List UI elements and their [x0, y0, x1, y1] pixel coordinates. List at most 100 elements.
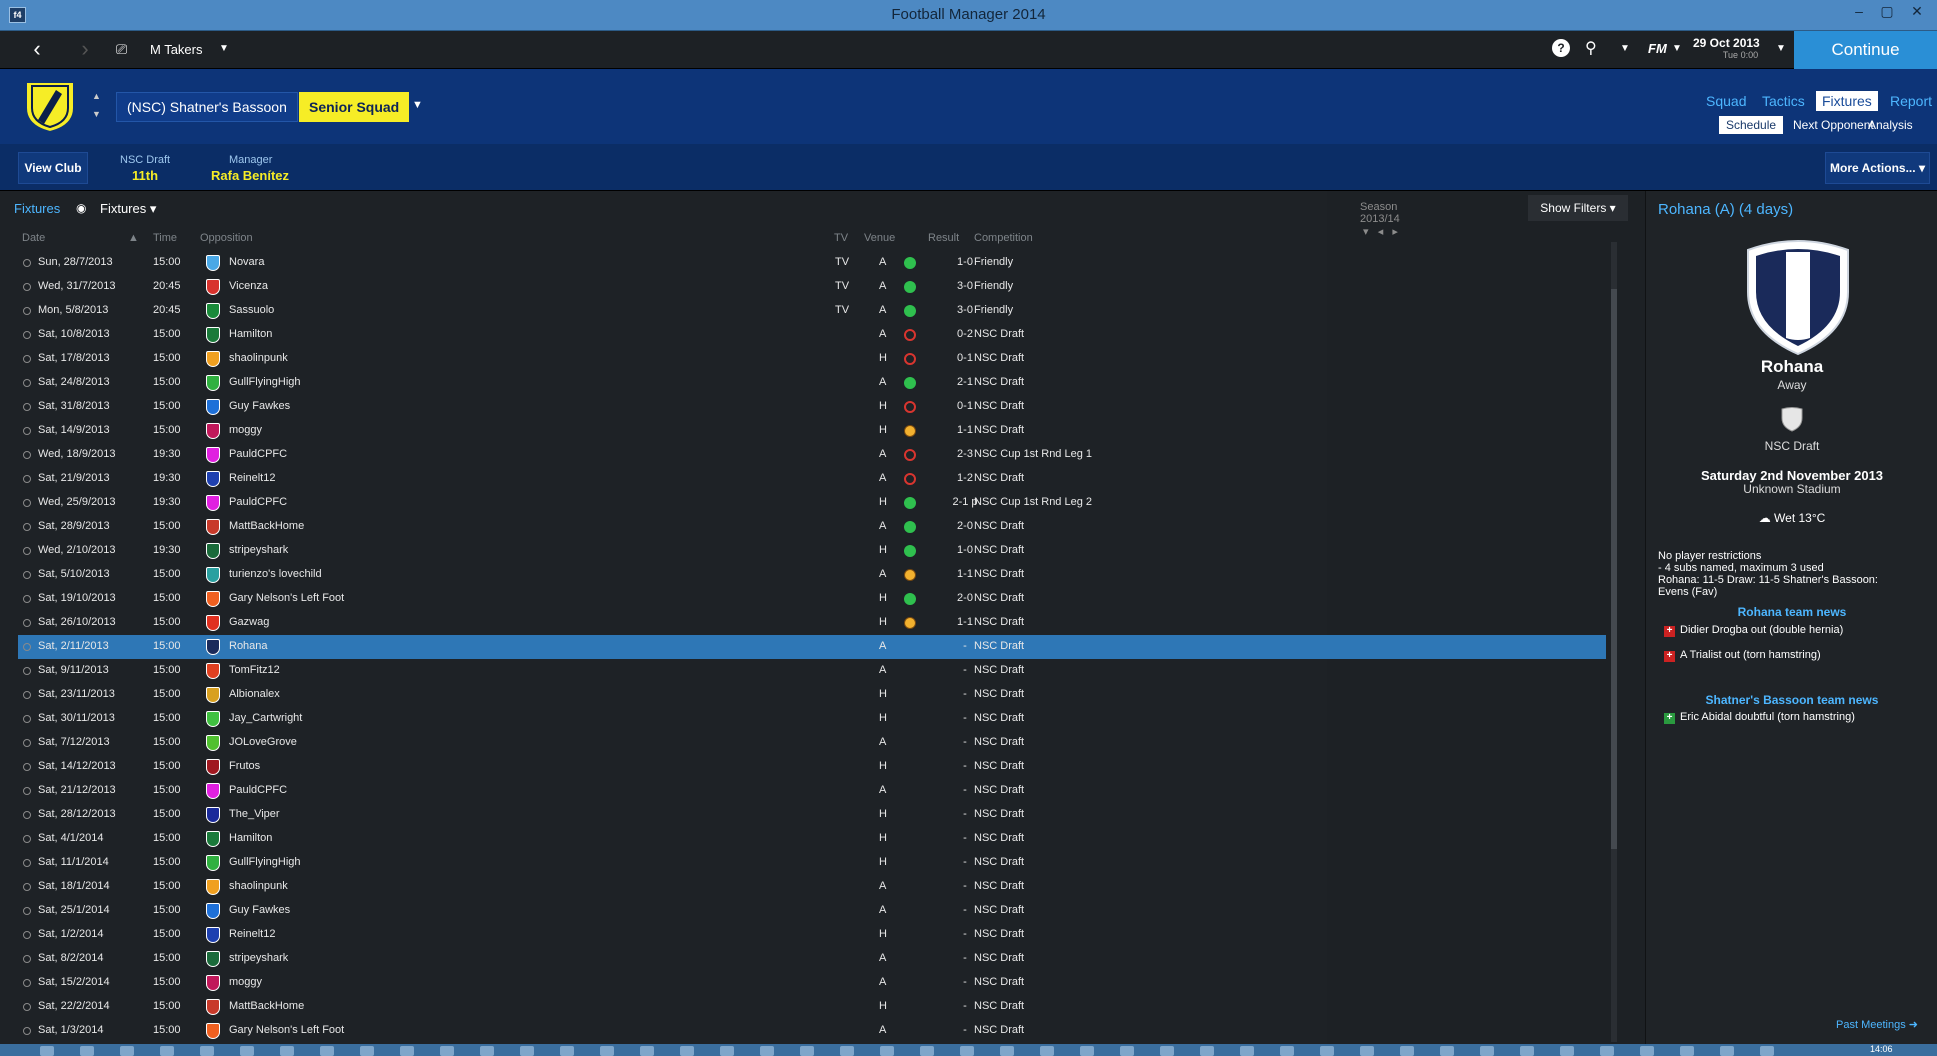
- fixture-competition[interactable]: NSC Draft: [974, 880, 1024, 892]
- table-row[interactable]: Sat, 28/12/2013 15:00 The_Viper H - NSC Draft: [18, 803, 1606, 827]
- taskbar-app-icon[interactable]: [1040, 1046, 1054, 1056]
- fixture-opposition[interactable]: Guy Fawkes: [229, 904, 290, 916]
- taskbar-app-icon[interactable]: [480, 1046, 494, 1056]
- taskbar-app-icon[interactable]: [800, 1046, 814, 1056]
- row-select-radio[interactable]: [23, 307, 31, 315]
- row-select-radio[interactable]: [23, 283, 31, 291]
- fixture-competition[interactable]: NSC Draft: [974, 760, 1024, 772]
- row-select-radio[interactable]: [23, 523, 31, 531]
- fixture-competition[interactable]: NSC Draft: [974, 976, 1024, 988]
- table-row[interactable]: Sat, 7/12/2013 15:00 JOLoveGrove A - NSC Draf…: [18, 731, 1606, 755]
- table-row[interactable]: Sat, 9/11/2013 15:00 TomFitz12 A - NSC Draft: [18, 659, 1606, 683]
- nav-fixtures[interactable]: Fixtures: [1816, 91, 1878, 111]
- fixture-opposition[interactable]: Gary Nelson's Left Foot: [229, 592, 344, 604]
- taskbar-app-icon[interactable]: [1680, 1046, 1694, 1056]
- taskbar-app-icon[interactable]: [600, 1046, 614, 1056]
- fixture-opposition[interactable]: PauldCPFC: [229, 784, 287, 796]
- fixture-opposition[interactable]: Hamilton: [229, 328, 272, 340]
- game-date[interactable]: 29 Oct 2013 Tue 0:00: [1693, 36, 1788, 66]
- fixture-opposition[interactable]: moggy: [229, 424, 262, 436]
- fixture-competition[interactable]: NSC Draft: [974, 640, 1024, 652]
- minimize-icon[interactable]: –: [1848, 3, 1870, 19]
- taskbar-app-icon[interactable]: [640, 1046, 654, 1056]
- fixture-competition[interactable]: Friendly: [974, 304, 1013, 316]
- table-row[interactable]: Sat, 30/11/2013 15:00 Jay_Cartwright H - NSC …: [18, 707, 1606, 731]
- fm-menu-chevron-icon[interactable]: ▼: [1672, 43, 1682, 54]
- fixtures-scrollbar[interactable]: [1611, 242, 1617, 1042]
- fixture-opposition[interactable]: Albionalex: [229, 688, 280, 700]
- fixture-opposition[interactable]: Guy Fawkes: [229, 400, 290, 412]
- table-row[interactable]: Mon, 5/8/2013 20:45 Sassuolo TV A 3-0 Friendly: [18, 299, 1606, 323]
- fixture-competition[interactable]: NSC Draft: [974, 928, 1024, 940]
- taskbar-app-icon[interactable]: [520, 1046, 534, 1056]
- nav-squad[interactable]: Squad: [1706, 93, 1746, 109]
- fixture-competition[interactable]: Friendly: [974, 280, 1013, 292]
- scrollbar-thumb[interactable]: [1611, 289, 1617, 849]
- manager-menu[interactable]: M Takers: [150, 42, 203, 57]
- row-select-radio[interactable]: [23, 595, 31, 603]
- table-row[interactable]: Sat, 1/2/2014 15:00 Reinelt12 H - NSC Draft: [18, 923, 1606, 947]
- maximize-icon[interactable]: ▢: [1876, 3, 1898, 20]
- fixture-opposition[interactable]: turienzo's lovechild: [229, 568, 322, 580]
- table-row[interactable]: Sat, 14/12/2013 15:00 Frutos H - NSC Draft: [18, 755, 1606, 779]
- table-row[interactable]: Sat, 24/8/2013 15:00 GullFlyingHigh A 2-1 NSC…: [18, 371, 1606, 395]
- fixture-competition[interactable]: NSC Cup 1st Rnd Leg 2: [974, 496, 1092, 508]
- fixture-opposition[interactable]: JOLoveGrove: [229, 736, 297, 748]
- fm-menu[interactable]: FM: [1648, 41, 1667, 56]
- taskbar-app-icon[interactable]: [760, 1046, 774, 1056]
- show-filters-button[interactable]: Show Filters ▾: [1528, 195, 1628, 221]
- row-select-radio[interactable]: [23, 427, 31, 435]
- taskbar-app-icon[interactable]: [880, 1046, 894, 1056]
- taskbar-app-icon[interactable]: [440, 1046, 454, 1056]
- chevron-down-icon[interactable]: ▼: [219, 43, 229, 54]
- fixture-competition[interactable]: NSC Draft: [974, 352, 1024, 364]
- fixture-competition[interactable]: NSC Draft: [974, 952, 1024, 964]
- fixture-opposition[interactable]: Reinelt12: [229, 472, 275, 484]
- row-select-radio[interactable]: [23, 475, 31, 483]
- taskbar-app-icon[interactable]: [1560, 1046, 1574, 1056]
- fixture-competition[interactable]: NSC Draft: [974, 376, 1024, 388]
- row-select-radio[interactable]: [23, 571, 31, 579]
- col-opposition[interactable]: Opposition: [200, 232, 253, 244]
- news-item[interactable]: Didier Drogba out (double hernia): [1680, 624, 1843, 636]
- taskbar-app-icon[interactable]: [360, 1046, 374, 1056]
- col-result[interactable]: Result: [928, 232, 959, 244]
- fixture-opposition[interactable]: shaolinpunk: [229, 880, 288, 892]
- row-select-radio[interactable]: [23, 811, 31, 819]
- table-row[interactable]: Sat, 19/10/2013 15:00 Gary Nelson's Left F…: [18, 587, 1606, 611]
- row-select-radio[interactable]: [23, 883, 31, 891]
- nav-report[interactable]: Report: [1890, 93, 1932, 109]
- col-tv[interactable]: TV: [834, 232, 848, 244]
- fixture-opposition[interactable]: PauldCPFC: [229, 448, 287, 460]
- taskbar-app-icon[interactable]: [1720, 1046, 1734, 1056]
- breadcrumb[interactable]: Fixtures: [14, 201, 60, 216]
- row-select-radio[interactable]: [23, 331, 31, 339]
- fixture-opposition[interactable]: Jay_Cartwright: [229, 712, 302, 724]
- more-actions-button[interactable]: More Actions... ▾: [1825, 152, 1930, 184]
- club-switch-arrows[interactable]: ▲ ▼: [92, 87, 101, 123]
- taskbar-app-icon[interactable]: [1640, 1046, 1654, 1056]
- row-select-radio[interactable]: [23, 643, 31, 651]
- match-preview-header[interactable]: Rohana (A) (4 days): [1658, 201, 1793, 218]
- fixture-opposition[interactable]: Reinelt12: [229, 928, 275, 940]
- fixture-opposition[interactable]: Frutos: [229, 760, 260, 772]
- fixture-opposition[interactable]: Vicenza: [229, 280, 268, 292]
- fixture-opposition[interactable]: TomFitz12: [229, 664, 280, 676]
- eye-icon[interactable]: ◉: [76, 201, 86, 215]
- row-select-radio[interactable]: [23, 403, 31, 411]
- taskbar-app-icon[interactable]: [240, 1046, 254, 1056]
- taskbar-app-icon[interactable]: [120, 1046, 134, 1056]
- row-select-radio[interactable]: [23, 667, 31, 675]
- squad-chevron-icon[interactable]: ▼: [412, 99, 423, 111]
- fixture-opposition[interactable]: Gary Nelson's Left Foot: [229, 1024, 344, 1036]
- fixture-opposition[interactable]: shaolinpunk: [229, 352, 288, 364]
- table-row[interactable]: Wed, 25/9/2013 19:30 PauldCPFC H 2-1 p NSC Cu…: [18, 491, 1606, 515]
- help-icon[interactable]: ?: [1552, 39, 1570, 57]
- fixture-opposition[interactable]: MattBackHome: [229, 1000, 304, 1012]
- row-select-radio[interactable]: [23, 931, 31, 939]
- fixture-competition[interactable]: NSC Draft: [974, 616, 1024, 628]
- table-row[interactable]: Sat, 17/8/2013 15:00 shaolinpunk H 0-1 NSC Dr…: [18, 347, 1606, 371]
- club-name[interactable]: (NSC) Shatner's Bassoon: [116, 92, 298, 122]
- forward-icon[interactable]: ›: [66, 31, 104, 69]
- taskbar-app-icon[interactable]: [320, 1046, 334, 1056]
